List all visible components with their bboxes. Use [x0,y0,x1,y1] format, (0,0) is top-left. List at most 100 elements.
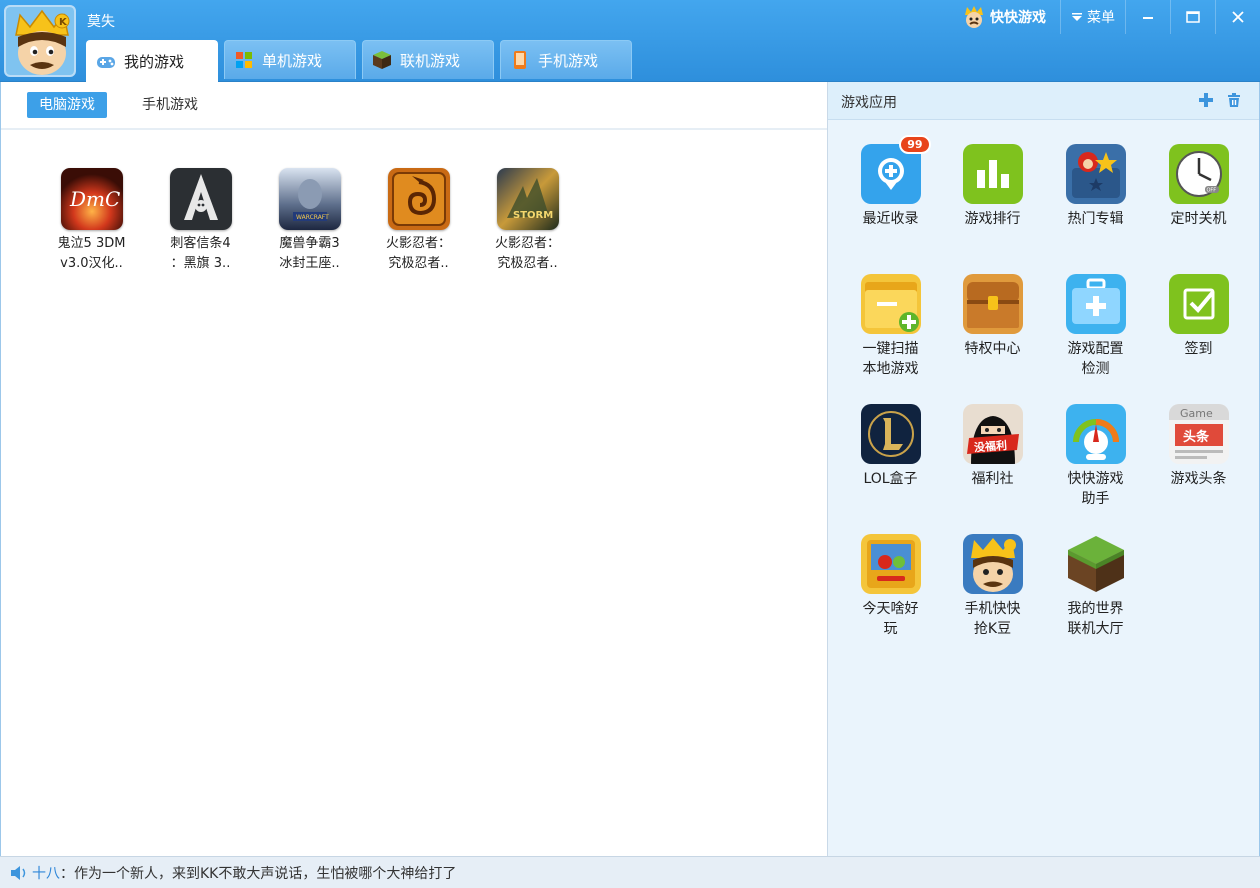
folder-scan-icon [860,274,921,334]
app-lol-box[interactable]: LOL盒子 [839,404,942,489]
brand-name: 快快游戏 [990,10,1046,26]
minimize-icon [1143,17,1153,19]
game-item[interactable]: WARCRAFT 魔兽争霸3 冰封王座.. [255,168,364,274]
game-title-line1: 魔兽争霸3 [279,236,340,251]
treasure-chest-icon [962,274,1023,334]
app-ranking[interactable]: 游戏排行 [941,144,1044,229]
game-title-line2: 冰封王座.. [279,256,340,271]
app-minecraft-lobby[interactable]: 我的世界 联机大厅 [1044,534,1147,639]
lol-icon [860,404,921,464]
warcraft-icon: WARCRAFT [278,168,341,230]
tab-single-player[interactable]: 单机游戏 [224,40,356,79]
titlebar-controls: 快快游戏 菜单 [963,0,1260,34]
app-label: 游戏头条 [1170,471,1227,487]
app-label: 福利社 [971,471,1014,487]
brand-logo[interactable]: 快快游戏 [963,0,1060,34]
ranking-chart-icon [962,144,1023,204]
minimize-button[interactable] [1125,0,1170,34]
app-label: 特权中心 [964,341,1021,357]
close-button[interactable] [1215,0,1260,34]
naruto-storm-icon: STORM [496,168,559,230]
app-label: 最近收录 [862,211,919,227]
svg-text:STORM: STORM [513,210,553,221]
close-icon [1232,11,1244,23]
phone-icon [514,51,526,69]
trash-icon[interactable] [1225,91,1243,109]
game-news-icon: Game 头条 [1168,404,1229,464]
maximize-button[interactable] [1170,0,1215,34]
count-badge: 99 [899,135,931,154]
svg-text:OFF: OFF [1206,188,1216,194]
app-hot-album[interactable]: 热门专辑 [1044,144,1147,229]
tab-mobile[interactable]: 手机游戏 [500,40,632,79]
tab-label: 我的游戏 [124,53,185,71]
game-apps-pane: 游戏应用 99 最近收录 游戏排行 热门专辑 OFF 定时关机 一键扫描 本地游… [828,82,1260,856]
svg-text:DmC: DmC [69,187,120,211]
svg-text:K: K [59,17,68,28]
gamepad-icon [97,56,115,68]
timer-shutdown-icon: OFF [1168,144,1229,204]
status-message: ：作为一个新人，来到KK不敢大声说话，生怕被哪个大神给打了 [60,865,457,882]
app-label: 今天啥好 玩 [862,601,919,637]
user-avatar[interactable]: K [4,5,76,77]
app-label: 签到 [1184,341,1213,357]
news-icon-headline: 头条 [1183,429,1210,445]
app-privilege-center[interactable]: 特权中心 [941,274,1044,359]
game-title-line1: 火影忍者： [494,236,560,251]
dmc-icon: DmC [60,168,123,230]
naruto-icon [387,168,450,230]
tab-my-games[interactable]: 我的游戏 [86,40,218,82]
plus-icon[interactable] [1197,91,1215,109]
first-aid-kit-icon [1065,274,1126,334]
kk-mascot-icon [962,534,1023,594]
app-assistant[interactable]: 快快游戏 助手 [1044,404,1147,509]
subtab-mobile-games[interactable]: 手机游戏 [130,92,210,118]
game-item[interactable]: STORM 火影忍者： 究极忍者.. [473,168,582,274]
user-name: 莫失 [87,14,115,30]
news-icon-title: Game [1180,407,1213,420]
tab-label: 联机游戏 [400,51,461,70]
menu-button[interactable]: 菜单 [1060,0,1125,34]
app-game-news[interactable]: Game 头条 游戏头条 [1147,404,1250,489]
tab-online[interactable]: 联机游戏 [362,40,494,79]
app-label: 我的世界 联机大厅 [1067,601,1124,637]
svg-text:WARCRAFT: WARCRAFT [296,214,329,221]
app-label: 一键扫描 本地游戏 [862,341,919,377]
tab-label: 单机游戏 [262,51,323,70]
subtab-pc-games[interactable]: 电脑游戏 [27,92,107,118]
app-label: 快快游戏 助手 [1067,471,1124,507]
app-today-fun[interactable]: 今天啥好 玩 [839,534,942,639]
hot-album-icon [1065,144,1126,204]
app-label: LOL盒子 [863,471,918,487]
speaker-icon [11,865,26,880]
cube-icon [373,51,391,69]
app-label: 游戏配置 检测 [1067,341,1124,377]
app-timer-shutdown[interactable]: OFF 定时关机 [1147,144,1250,229]
game-title-line2: ：黑旗 3.. [170,256,231,271]
kk-mascot-icon: K [6,7,74,75]
app-mobile-kbean[interactable]: 手机快快 抢K豆 [941,534,1044,639]
game-item[interactable]: 火影忍者： 究极忍者.. [364,168,473,274]
app-label: 手机快快 抢K豆 [964,601,1021,637]
app-recent-add[interactable]: 99 最近收录 [839,135,942,229]
app-check-in[interactable]: 签到 [1147,274,1250,359]
game-title-line2: v3.0汉化.. [60,256,123,271]
app-label: 游戏排行 [964,211,1021,227]
app-label: 定时关机 [1170,211,1227,227]
game-item[interactable]: 刺客信条4 ：黑旗 3.. [146,168,255,274]
title-bar: K 莫失 我的游戏 单机游戏 联机游戏 手机游戏 快快游戏 菜单 [0,0,1260,82]
minecraft-grass-icon [1065,534,1126,594]
welfare-icon: 没福利 [962,404,1023,464]
checkbox-icon [1168,274,1229,334]
menu-chevron-icon [1072,13,1082,21]
app-config-check[interactable]: 游戏配置 检测 [1044,274,1147,379]
windows-icon [236,52,252,68]
game-item[interactable]: DmC 鬼泣5 3DM v3.0汉化.. [37,168,146,274]
game-title-line2: 究极忍者.. [388,256,449,271]
app-scan-local[interactable]: 一键扫描 本地游戏 [839,274,942,379]
app-welfare[interactable]: 没福利 福利社 [941,404,1044,489]
status-user[interactable]: 十八 [32,863,60,883]
status-bar: 十八 ：作为一个新人，来到KK不敢大声说话，生怕被哪个大神给打了 [0,856,1260,888]
my-games-pane: 电脑游戏 手机游戏 DmC 鬼泣5 3DM v3.0汉化.. 刺客信条4 ：黑旗… [0,82,828,856]
app-label: 热门专辑 [1067,211,1124,227]
